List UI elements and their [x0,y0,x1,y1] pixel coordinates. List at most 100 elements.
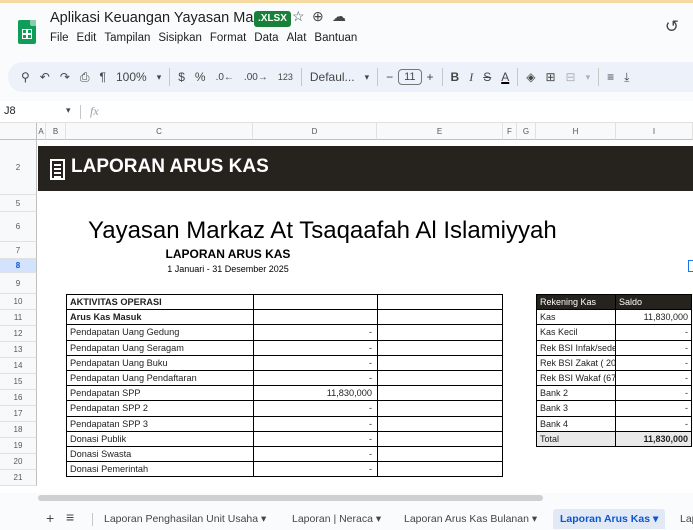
cell-empty[interactable] [377,339,503,356]
row-header-8[interactable]: 8 [0,259,37,273]
account-balance[interactable]: - [615,415,692,432]
merge-cells-icon[interactable]: ⊟ [561,70,581,84]
bold-button[interactable]: B [446,70,465,84]
paint-format-icon[interactable]: ¶ [95,70,111,84]
column-header-a[interactable]: A [37,123,46,140]
cell-empty[interactable] [377,324,503,341]
row-header-7[interactable]: 7 [0,242,37,259]
column-header-c[interactable]: C [66,123,253,140]
cell-label[interactable]: Pendapatan Uang Seragam [66,339,254,356]
row-header-11[interactable]: 11 [0,310,37,326]
font-chevron-down-icon[interactable]: ▾ [360,72,375,83]
tab-laporan-arus-kas-bulanan[interactable]: Laporan Arus Kas Bulanan ▾ [404,513,537,525]
account-balance[interactable]: - [615,354,692,371]
account-name[interactable]: Bank 4 [536,415,616,432]
account-balance[interactable]: - [615,324,692,341]
menu-data[interactable]: Data [254,32,278,44]
decrease-decimal-button[interactable]: .0← [211,72,239,83]
menu-tools[interactable]: Alat [287,32,307,44]
account-name[interactable]: Kas Kecil [536,324,616,341]
cell-empty[interactable] [377,461,503,478]
cell-amount[interactable]: - [253,400,378,417]
row-header-19[interactable]: 19 [0,438,37,454]
search-menus-icon[interactable]: ⚲ [16,70,35,84]
cell-empty[interactable] [377,415,503,432]
column-header-h[interactable]: H [536,123,616,140]
organization-name[interactable]: Yayasan Markaz At Tsaqaafah Al Islamiyya… [88,217,557,245]
account-name[interactable]: Rek BSI Infak/sede [536,339,616,356]
row-header-13[interactable]: 13 [0,342,37,358]
account-balance[interactable]: - [615,385,692,402]
cell-amount[interactable] [253,293,378,311]
cell-amount[interactable]: 11,830,000 [253,385,378,402]
account-balance[interactable]: 11,830,000 [615,309,692,326]
cloud-status-icon[interactable]: ☁ [332,8,346,25]
font-select[interactable]: Defaul... [305,70,360,84]
total-label[interactable]: Total [536,430,616,447]
cell-label[interactable]: Arus Kas Masuk [66,309,254,326]
font-size-increase-icon[interactable]: + [422,70,439,84]
row-header-15[interactable]: 15 [0,374,37,390]
total-balance[interactable]: 11,830,000 [615,430,692,447]
row-header-18[interactable]: 18 [0,422,37,438]
horizontal-scrollbar[interactable] [38,495,543,501]
menu-view[interactable]: Tampilan [104,32,150,44]
row-header-10[interactable]: 10 [0,294,37,310]
cell-empty[interactable] [377,354,503,371]
all-sheets-menu-icon[interactable]: ≡ [66,509,74,525]
menu-insert[interactable]: Sisipkan [158,32,201,44]
borders-icon[interactable]: ⊞ [540,70,560,84]
row-header-2[interactable]: 2 [0,140,37,195]
cell-amount[interactable]: - [253,430,378,447]
cell-empty[interactable] [377,430,503,447]
menu-format[interactable]: Format [210,32,246,44]
vertical-align-icon[interactable]: ⤓ [619,70,634,85]
account-name[interactable]: Rek BSI Zakat ( 202 [536,354,616,371]
cell-label[interactable]: Pendapatan Uang Pendaftaran [66,369,254,387]
fill-color-icon[interactable]: ◈ [521,70,540,84]
tab-chevron-down-icon[interactable]: ▾ [653,513,658,525]
cell-label[interactable]: Donasi Swasta [66,445,254,463]
account-balance[interactable]: - [615,400,692,417]
cell-label[interactable]: Pendapatan SPP 2 [66,400,254,417]
menu-file[interactable]: File [50,32,69,44]
accounts-header-balance[interactable]: Saldo [615,293,692,311]
star-icon[interactable]: ☆ [292,8,305,25]
cell-empty[interactable] [377,309,503,326]
column-header-d[interactable]: D [253,123,377,140]
zoom-chevron-down-icon[interactable]: ▾ [152,72,167,83]
row-header-21[interactable]: 21 [0,470,37,486]
cell-label[interactable]: Pendapatan Uang Gedung [66,324,254,341]
row-header-5[interactable]: 5 [0,195,37,212]
row-header-9[interactable]: 9 [0,273,37,294]
tab-chevron-down-icon[interactable]: ▾ [261,513,266,525]
cell-amount[interactable]: - [253,461,378,478]
account-name[interactable]: Bank 3 [536,400,616,417]
name-box[interactable]: J8 [4,105,16,117]
strikethrough-icon[interactable]: S [478,70,496,84]
cell-label[interactable]: Pendapatan Uang Buku [66,354,254,371]
cell-amount[interactable]: - [253,445,378,463]
account-name[interactable]: Bank 2 [536,385,616,402]
row-header-20[interactable]: 20 [0,454,37,470]
add-sheet-icon[interactable]: + [46,510,54,526]
row-header-12[interactable]: 12 [0,326,37,342]
cell-empty[interactable] [377,400,503,417]
tab-laporan-penghasilan-unit-usaha[interactable]: Laporan Penghasilan Unit Usaha ▾ [104,513,266,525]
column-header-f[interactable]: F [503,123,517,140]
cell-label[interactable]: Donasi Pemerintah [66,461,254,478]
font-size-decrease-icon[interactable]: − [381,70,398,84]
cell-amount[interactable]: - [253,324,378,341]
move-icon[interactable]: ⊕ [312,8,324,25]
accounts-header-account[interactable]: Rekening Kas [536,293,616,311]
column-header-g[interactable]: G [517,123,536,140]
increase-decimal-button[interactable]: .00→ [239,72,273,83]
currency-format-button[interactable]: $ [173,70,190,84]
cell-amount[interactable]: - [253,354,378,371]
cell-label[interactable]: Pendapatan SPP [66,385,254,402]
column-header-b[interactable]: B [46,123,66,140]
cell-empty[interactable] [377,293,503,311]
cell-amount[interactable]: - [253,339,378,356]
print-icon[interactable]: ⎙ [75,70,95,85]
select-all-corner[interactable] [0,123,37,140]
